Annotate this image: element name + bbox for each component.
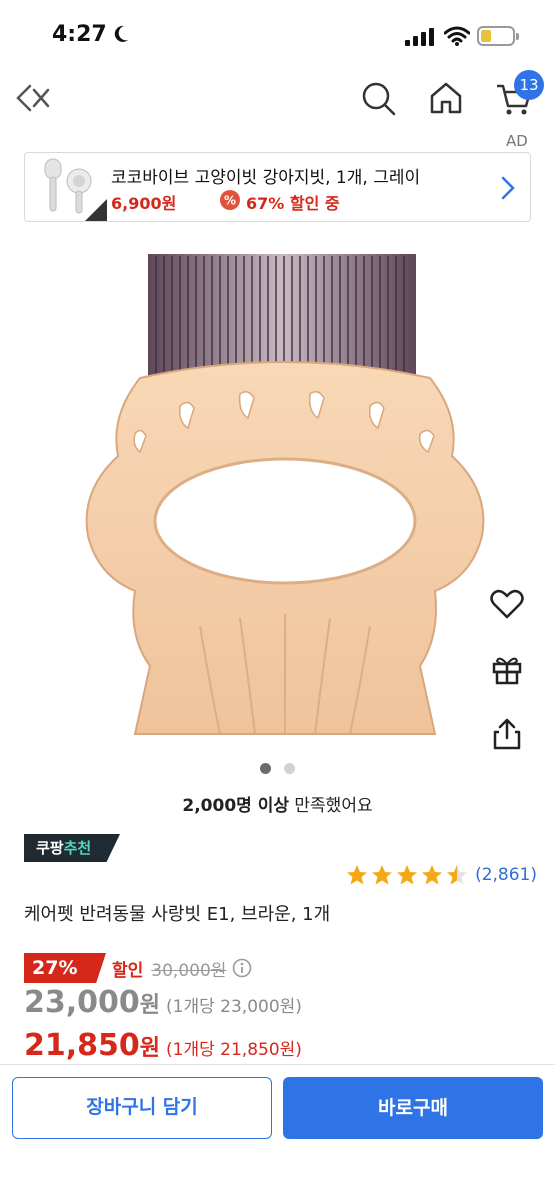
- comb-tines: [148, 254, 416, 378]
- sale-price: 23,000원 (1개당 23,000원): [24, 985, 302, 1020]
- svg-text:%: %: [224, 194, 236, 208]
- sale-unit-price: (1개당 23,000원): [166, 997, 302, 1017]
- review-count[interactable]: (2,861): [475, 865, 537, 885]
- moon-icon: [114, 25, 128, 42]
- gift-icon[interactable]: [489, 651, 525, 687]
- star-icon: [372, 865, 393, 885]
- satisfaction-text: 2,000명 이상 만족했어요: [0, 791, 555, 816]
- product-rating[interactable]: (2,861): [345, 862, 537, 888]
- ad-label: AD: [506, 132, 528, 150]
- rating-stars: [345, 863, 469, 887]
- comb-handle-hole: [153, 457, 417, 585]
- image-pagination: [0, 763, 555, 775]
- cart-count-badge: 13: [514, 70, 544, 100]
- battery-icon: [477, 26, 519, 46]
- star-icon: [397, 865, 418, 885]
- search-icon[interactable]: [358, 78, 398, 118]
- info-icon[interactable]: [232, 958, 252, 978]
- add-to-cart-button[interactable]: 장바구니 담기: [12, 1077, 272, 1139]
- ad-product-thumbnail: [44, 158, 107, 221]
- star-icon: [422, 865, 443, 885]
- wifi-icon: [444, 26, 470, 46]
- close-icon[interactable]: [12, 78, 52, 118]
- heart-icon[interactable]: [489, 586, 525, 622]
- discount-label: 할인: [112, 960, 144, 981]
- badge-brand: 쿠팡: [36, 839, 64, 857]
- ad-discount-text: 67% 할인 중: [246, 194, 340, 213]
- final-unit-price: (1개당 21,850원): [166, 1040, 302, 1060]
- sale-price-amount: 23,000: [24, 985, 140, 1020]
- product-title: 케어펫 반려동물 사랑빗 E1, 브라운, 1개: [24, 904, 331, 925]
- satisfaction-count: 2,000명 이상: [182, 796, 289, 816]
- satisfaction-label: 만족했어요: [289, 796, 373, 816]
- home-icon[interactable]: [426, 78, 466, 118]
- ad-price: 6,900원: [111, 194, 177, 213]
- sale-price-currency: 원: [139, 993, 161, 1018]
- final-price-currency: 원: [139, 1036, 161, 1061]
- discount-percent-icon: %: [220, 190, 240, 210]
- final-price-amount: 21,850: [24, 1028, 140, 1063]
- pagination-dot[interactable]: [284, 763, 295, 774]
- top-navigation: [0, 72, 555, 132]
- chevron-right-icon[interactable]: [500, 175, 516, 201]
- ad-title: 코코바이브 고양이빗 강아지빗, 1개, 그레이: [111, 168, 421, 188]
- coupang-recommend-badge: 쿠팡추천: [24, 834, 120, 862]
- share-icon[interactable]: [489, 716, 525, 752]
- clock-time: 4:27: [52, 22, 107, 47]
- discount-percent-badge: 27%: [24, 953, 106, 983]
- ad-banner[interactable]: 코코바이브 고양이빗 강아지빗, 1개, 그레이 6,900원 % 67% 할인…: [24, 152, 531, 222]
- star-half-icon: [447, 865, 468, 885]
- final-price: 21,850원 (1개당 21,850원): [24, 1028, 302, 1063]
- product-image[interactable]: [80, 246, 490, 756]
- badge-word: 추천: [63, 839, 92, 857]
- pagination-dot-active[interactable]: [260, 763, 271, 774]
- bottom-action-bar: 장바구니 담기 바로구매: [0, 1064, 555, 1200]
- star-icon: [347, 865, 368, 885]
- original-price: 30,000원: [151, 960, 227, 981]
- buy-now-button[interactable]: 바로구매: [283, 1077, 543, 1139]
- status-bar: 4:27: [0, 0, 555, 72]
- discount-row: 27% 할인 30,000원: [24, 953, 252, 983]
- cellular-signal-icon: [405, 28, 434, 46]
